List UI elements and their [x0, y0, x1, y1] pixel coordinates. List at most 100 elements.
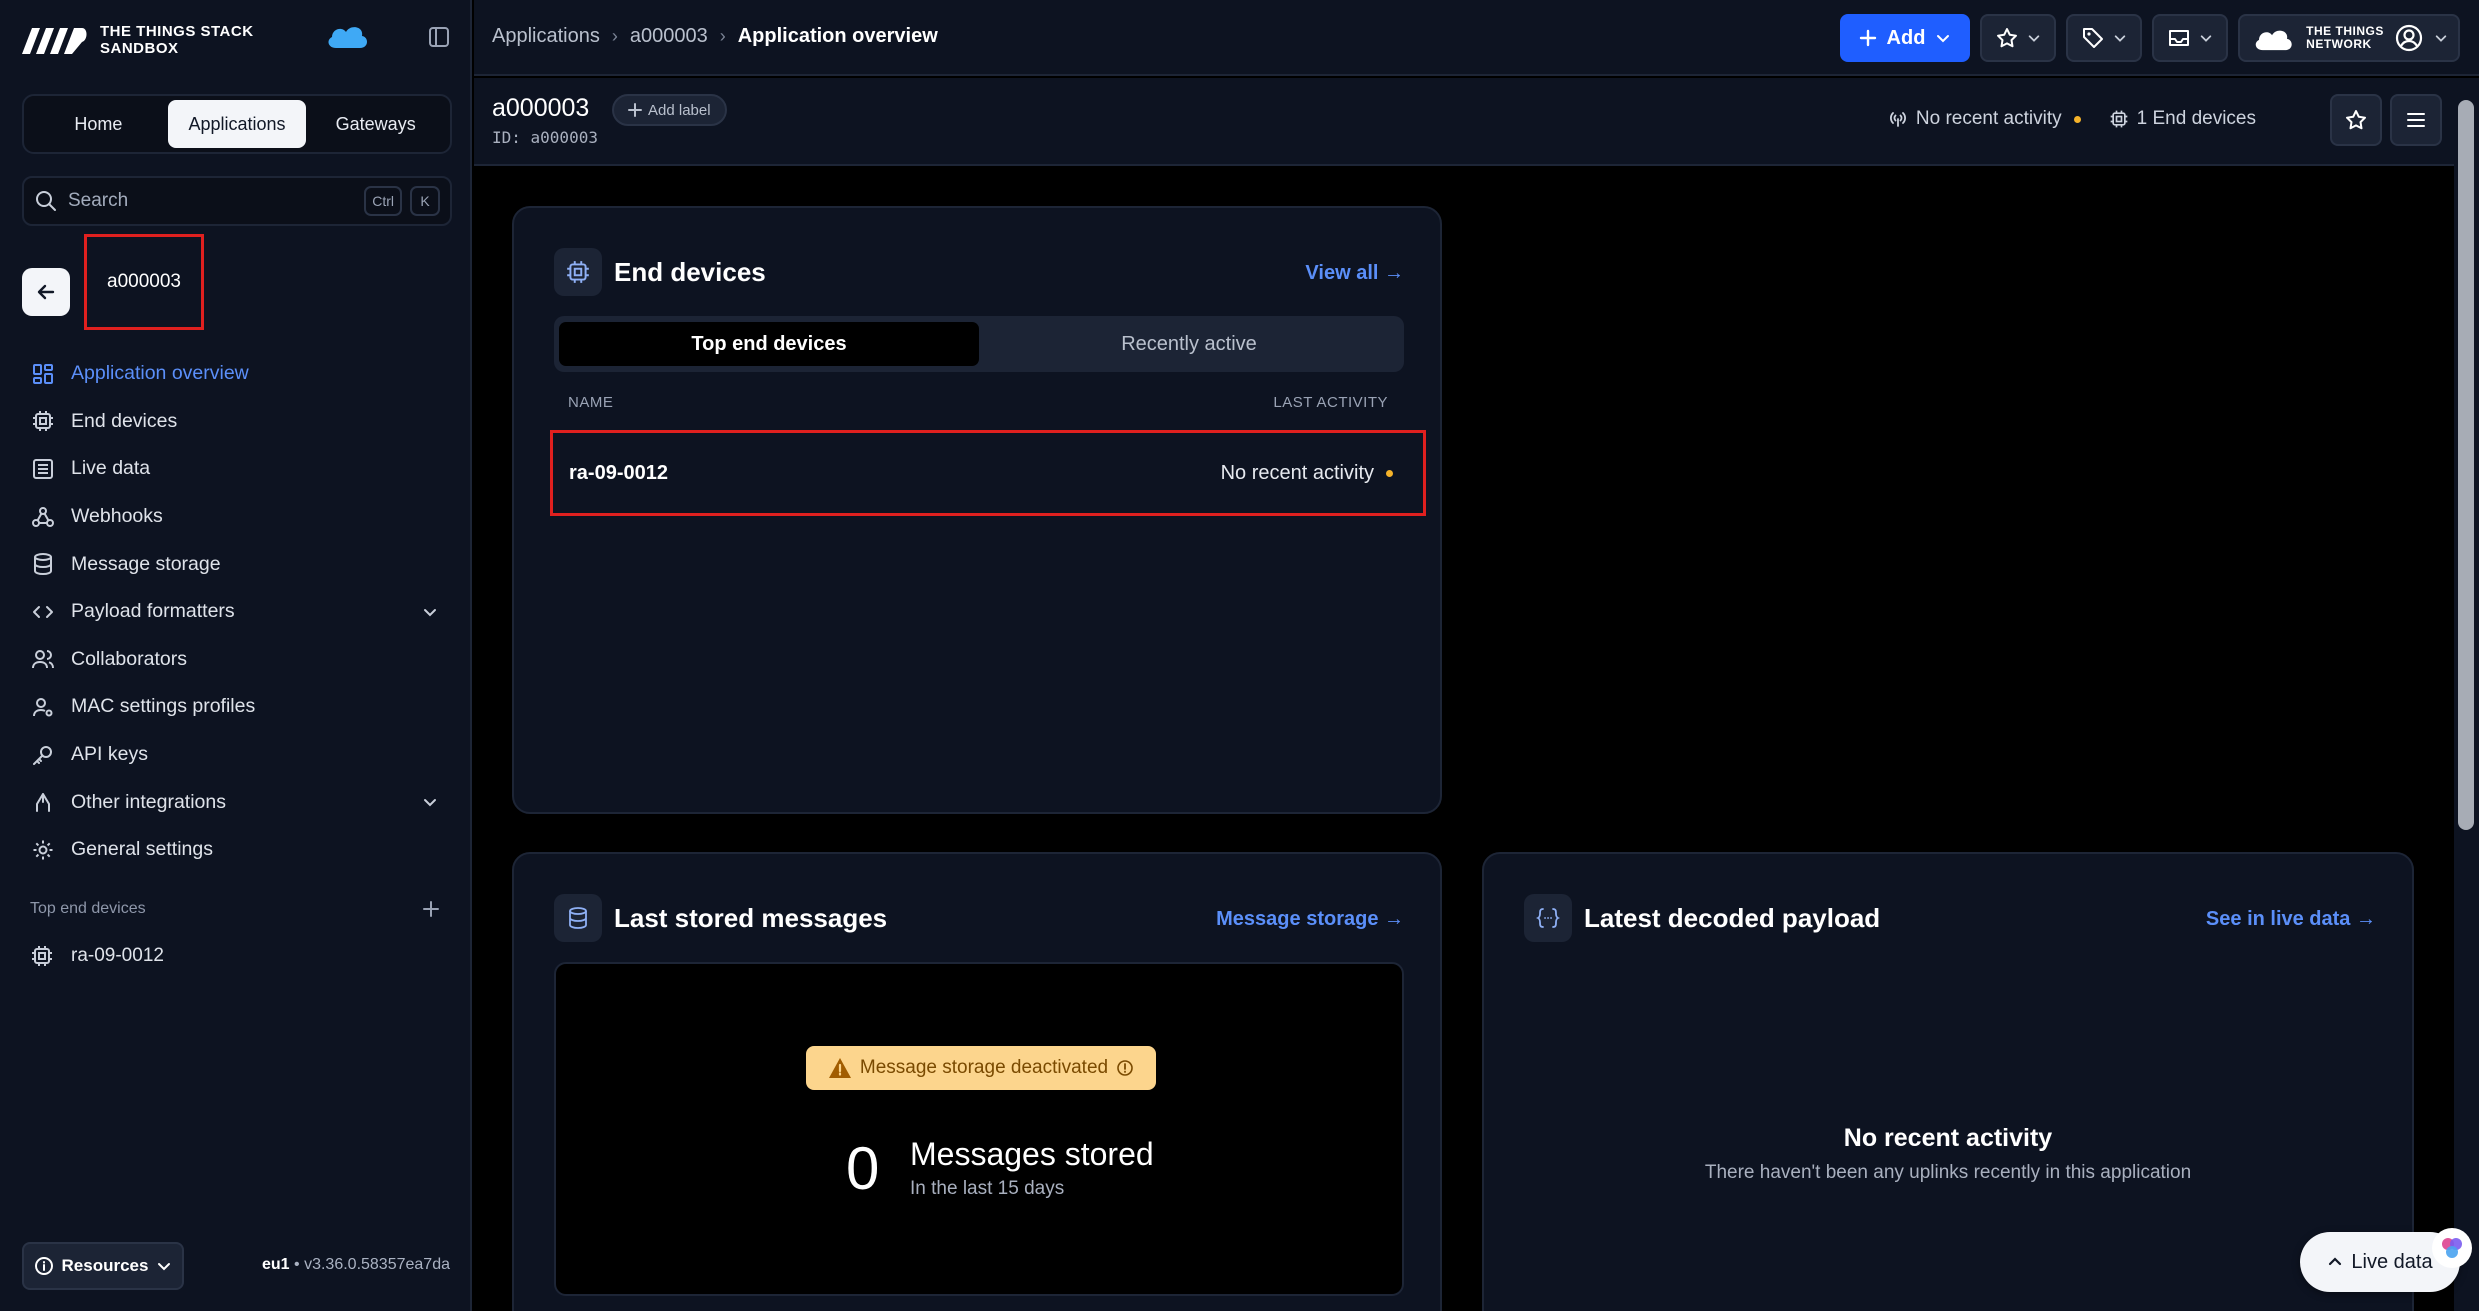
- nav-message-storage[interactable]: Message storage: [30, 540, 450, 588]
- status-dot: [1386, 469, 1393, 477]
- nav-collaborators[interactable]: Collaborators: [30, 636, 450, 684]
- kbd-k: K: [410, 186, 440, 216]
- chevron-down-icon: [2435, 35, 2447, 42]
- tab-top-end-devices[interactable]: Top end devices: [559, 322, 979, 366]
- column-header-last-activity[interactable]: LAST ACTIVITY: [1273, 394, 1388, 411]
- info-circle-icon[interactable]: [1116, 1059, 1134, 1077]
- nav-api-keys[interactable]: API keys: [30, 731, 450, 779]
- nav-label: Other integrations: [71, 790, 227, 813]
- nav-end-devices[interactable]: End devices: [30, 398, 450, 446]
- user-settings-icon: [30, 694, 56, 720]
- nav-general-settings[interactable]: General settings: [30, 826, 450, 874]
- chevron-down-icon: [422, 794, 438, 810]
- nav-mac-settings-profiles[interactable]: MAC settings profiles: [30, 683, 450, 731]
- payload-card-title: Latest decoded payload: [1524, 894, 1880, 942]
- scrollbar-thumb[interactable]: [2458, 100, 2474, 830]
- nav-label: General settings: [71, 838, 213, 861]
- top-devices-heading-label: Top end devices: [30, 900, 146, 917]
- end-devices-count[interactable]: 1 End devices: [2109, 108, 2256, 130]
- messages-stats-box: Message storage deactivated 0 Messages s…: [554, 962, 1404, 1296]
- sidebar: THE THINGS STACK SANDBOX Home Applicatio…: [0, 0, 472, 1311]
- back-button[interactable]: [22, 268, 70, 316]
- sidebar-nav: Application overview End devices Live da…: [30, 350, 450, 874]
- nav-live-data[interactable]: Live data: [30, 445, 450, 493]
- plus-icon: [1859, 29, 1876, 47]
- plus-icon: [628, 103, 642, 117]
- chevron-right-icon: ›: [719, 26, 726, 46]
- inbox-button[interactable]: [2152, 14, 2228, 62]
- integrations-icon: [30, 789, 56, 815]
- code-icon: [30, 599, 56, 625]
- end-devices-title-text: End devices: [614, 256, 766, 287]
- bookmarks-button[interactable]: [1980, 14, 2056, 62]
- nav-label: End devices: [71, 409, 178, 432]
- sidebar-collapse-icon[interactable]: [428, 26, 450, 48]
- breadcrumb-current: Application overview: [737, 25, 938, 47]
- nav-application-overview[interactable]: Application overview: [30, 350, 450, 398]
- device-activity-label: No recent activity: [1220, 461, 1374, 484]
- version-info: eu1 • v3.36.0.58357ea7da: [262, 1256, 450, 1273]
- tts-logo-icon: [22, 28, 87, 54]
- add-button[interactable]: Add: [1840, 14, 1970, 62]
- assistant-icon[interactable]: [2432, 1228, 2472, 1268]
- messages-count-label: Messages stored: [910, 1136, 1154, 1172]
- nav-label: MAC settings profiles: [71, 695, 256, 718]
- switch-applications[interactable]: Applications: [167, 100, 307, 148]
- end-devices-card-title: End devices: [554, 248, 766, 296]
- add-label-button[interactable]: Add label: [612, 94, 727, 126]
- resources-button[interactable]: Resources: [22, 1242, 184, 1290]
- add-top-device-button[interactable]: [422, 900, 440, 918]
- search-placeholder: Search: [68, 190, 129, 211]
- messages-count: 0: [846, 1135, 880, 1202]
- chip-icon: [2110, 110, 2127, 128]
- tts-logo[interactable]: THE THINGS STACK SANDBOX: [20, 20, 254, 60]
- breadcrumb-app[interactable]: a000003: [630, 25, 708, 48]
- switch-home[interactable]: Home: [29, 100, 168, 148]
- top-device-item[interactable]: ra-09-0012: [30, 944, 164, 968]
- nav-label: Message storage: [71, 552, 221, 575]
- table-row[interactable]: ra-09-0012 No recent activity: [550, 430, 1426, 516]
- nav-payload-formatters[interactable]: Payload formatters: [30, 588, 450, 636]
- breadcrumb-applications[interactable]: Applications: [492, 25, 600, 48]
- nav-label: API keys: [71, 743, 148, 766]
- bookmark-app-button[interactable]: [2330, 94, 2382, 146]
- end-devices-label: 1 End devices: [2136, 108, 2256, 129]
- activity-label: No recent activity: [1915, 108, 2062, 129]
- kbd-ctrl: Ctrl: [364, 186, 402, 216]
- account-menu-button[interactable]: THE THINGS NETWORK: [2238, 14, 2460, 62]
- chevron-down-icon: [158, 1263, 171, 1271]
- tag-icon: [2083, 28, 2103, 48]
- nav-other-integrations[interactable]: Other integrations: [30, 778, 450, 826]
- chevron-right-icon: ›: [611, 26, 618, 46]
- search-input[interactable]: Search Ctrl K: [22, 176, 452, 226]
- messages-card-title: Last stored messages: [554, 894, 887, 942]
- app-menu-button[interactable]: [2390, 94, 2442, 146]
- status-dot: [2073, 115, 2081, 123]
- switch-gateways[interactable]: Gateways: [306, 100, 445, 148]
- payload-title-text: Latest decoded payload: [1584, 902, 1881, 933]
- app-title: a000003: [492, 94, 590, 122]
- webhook-icon: [30, 504, 56, 530]
- tab-recently-active[interactable]: Recently active: [979, 322, 1399, 366]
- nav-label: Application overview: [71, 362, 249, 385]
- storage-warning-text: Message storage deactivated: [859, 1057, 1109, 1078]
- view-all-link[interactable]: View all →: [1305, 262, 1404, 285]
- chip-icon: [30, 944, 56, 968]
- message-storage-link[interactable]: Message storage →: [1216, 908, 1404, 931]
- database-icon: [30, 551, 56, 577]
- tags-button[interactable]: [2066, 14, 2142, 62]
- column-header-name[interactable]: NAME: [568, 394, 613, 411]
- end-devices-tabs: Top end devices Recently active: [554, 316, 1404, 372]
- nav-label: Payload formatters: [71, 600, 235, 623]
- plus-icon: [423, 901, 439, 917]
- info-icon: [34, 1257, 53, 1275]
- app-id: ID: a000003: [492, 128, 598, 147]
- nav-webhooks[interactable]: Webhooks: [30, 493, 450, 541]
- chevron-down-icon: [422, 604, 438, 620]
- see-in-live-data-link[interactable]: See in live data →: [2206, 908, 2376, 931]
- end-devices-card: End devices View all → Top end devices R…: [512, 206, 1442, 814]
- database-icon: [554, 894, 602, 942]
- device-name: ra-09-0012: [569, 461, 668, 484]
- sidebar-app-name: a000003: [84, 234, 204, 330]
- main-switcher: Home Applications Gateways: [22, 94, 452, 154]
